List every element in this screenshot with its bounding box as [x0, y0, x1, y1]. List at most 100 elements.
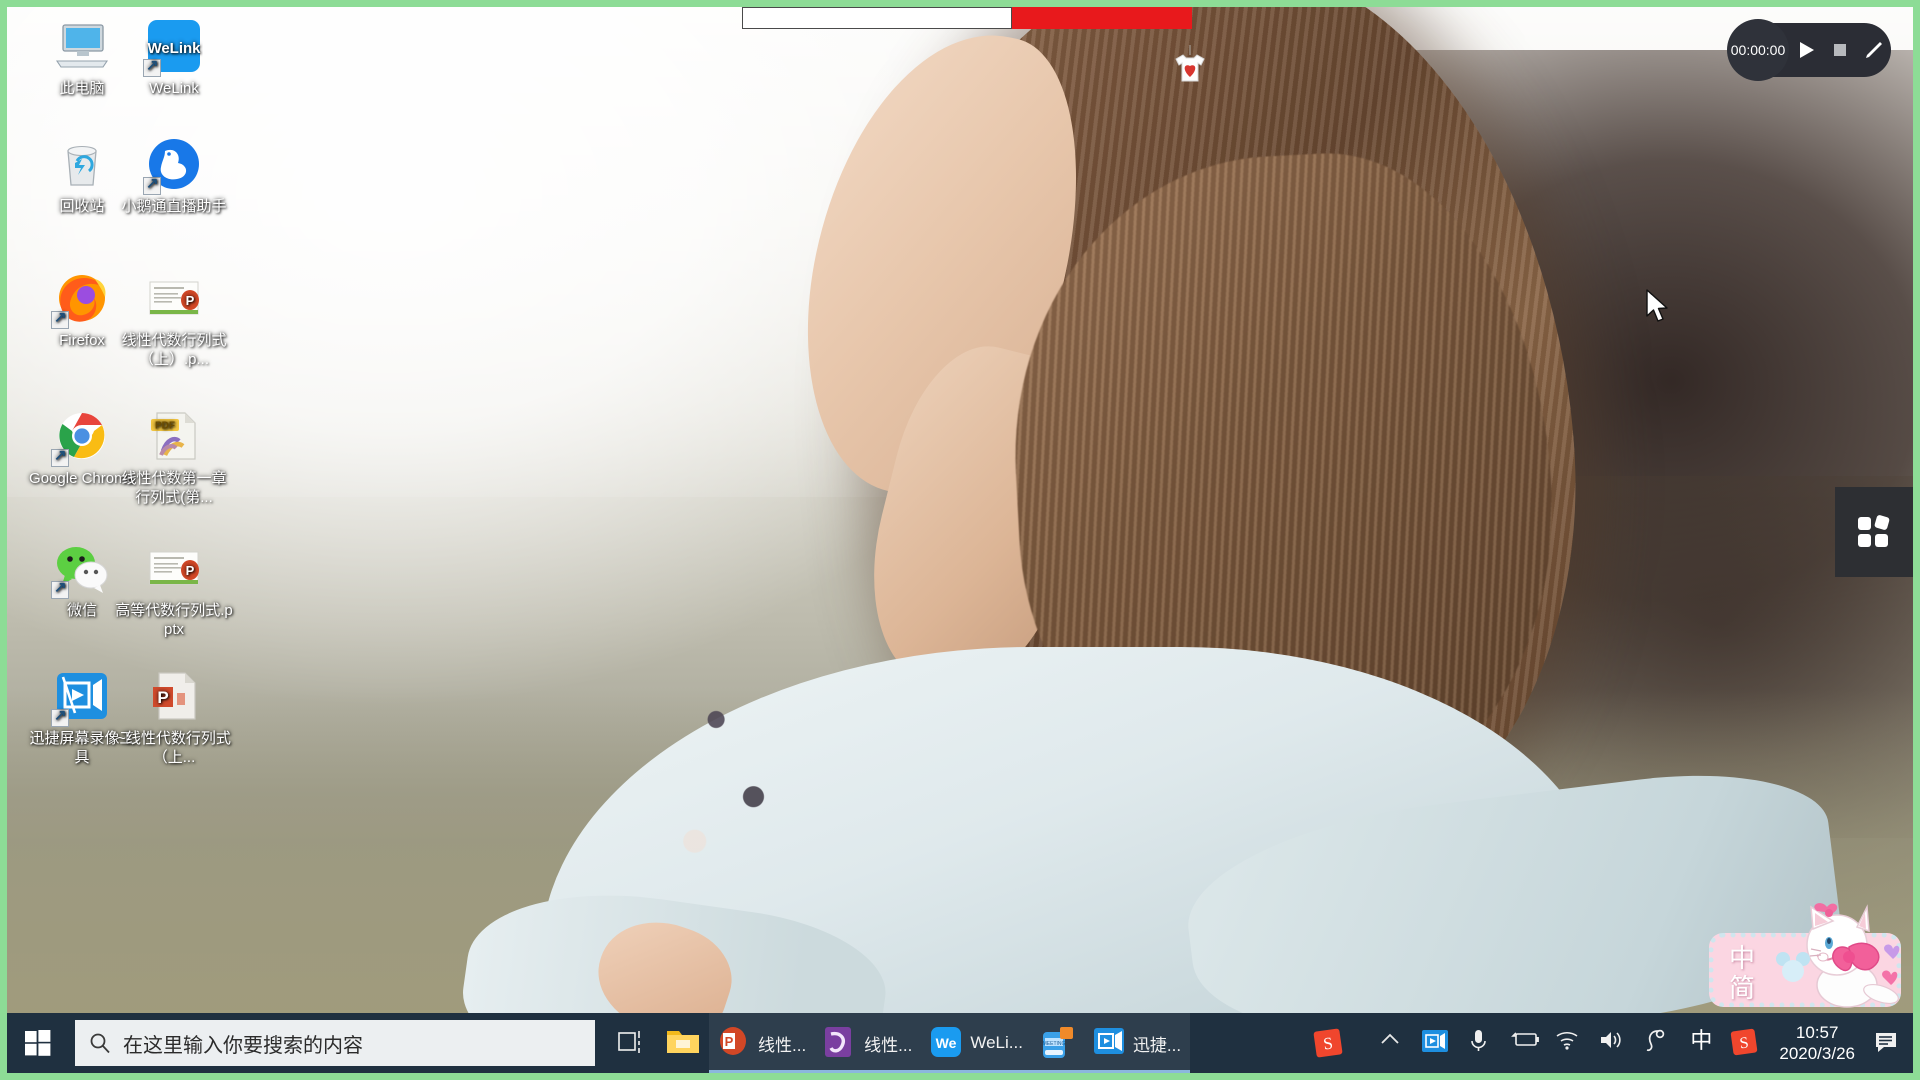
screen-side-panel[interactable]: [1835, 487, 1913, 577]
xunjie-recorder-icon: [1093, 1026, 1127, 1060]
svg-text:We: We: [936, 1035, 957, 1051]
desktop-wallpaper: [7, 7, 1913, 1073]
powerpoint-icon: P: [718, 1026, 752, 1060]
search-icon: [90, 1033, 110, 1054]
welink-icon: We: [930, 1026, 964, 1060]
capture-region-bar: [742, 7, 1192, 29]
firefox-icon: [51, 269, 111, 329]
taskbar-wps[interactable]: 线性...: [815, 1013, 922, 1073]
pencil-icon: [1866, 42, 1882, 58]
recorder-timer: 00:00:00: [1727, 19, 1789, 81]
chrome-icon: [51, 407, 111, 467]
file-explorer-icon: [666, 1026, 700, 1060]
shortcut-arrow-icon: [143, 174, 161, 195]
tray-headset[interactable]: [1642, 1028, 1672, 1058]
tray-battery[interactable]: [1510, 1028, 1540, 1058]
pptx-temp-icon: P: [145, 667, 203, 725]
shortcut-arrow-icon: [51, 308, 69, 329]
desktop-icon-pdf-file[interactable]: PDF 线性代数第一章行列式(第...: [115, 407, 233, 507]
task-view-button[interactable]: [609, 1013, 657, 1073]
desktop-icon-pptx-file[interactable]: P 高等代数行列式.pptx: [115, 539, 233, 639]
tray-microphone[interactable]: [1466, 1028, 1496, 1058]
svg-text:P: P: [725, 1034, 734, 1049]
play-button[interactable]: [1789, 23, 1823, 77]
mouse-cursor: [1645, 289, 1671, 330]
system-tray[interactable]: S 中 S 10:57 2020/3/26: [1306, 1013, 1913, 1073]
mickey-glyph-icon: [1776, 952, 1810, 982]
heart-shirt-icon: [1170, 45, 1210, 89]
tray-sogou-float[interactable]: S: [1313, 1028, 1343, 1058]
taskbar-app-label: 线性...: [864, 1035, 913, 1055]
taskbar[interactable]: 在这里输入你要搜索的内容 P 线性... 线性... We WeLi... MEETING…: [7, 1013, 1913, 1073]
wps-icon: [824, 1026, 858, 1060]
sogou-icon: S: [1731, 1028, 1758, 1056]
desktop-icon-label: 高等代数行列式.pptx: [115, 602, 233, 638]
speaker-icon: [1601, 1032, 1622, 1048]
clock-date: 2020/3/26: [1779, 1044, 1855, 1063]
desktop-icon-label: 线性代数行列式（上）.p...: [121, 332, 227, 368]
tray-volume[interactable]: [1598, 1028, 1628, 1058]
search-placeholder: 在这里输入你要搜索的内容: [123, 1034, 363, 1057]
taskbar-welink[interactable]: We WeLi...: [921, 1013, 1032, 1073]
shortcut-arrow-icon: [51, 706, 69, 727]
ime-mode-chinese[interactable]: 中: [1729, 943, 1755, 973]
sogou-icon: S: [1314, 1028, 1343, 1058]
shortcut-arrow-icon: [51, 578, 69, 599]
action-center-button[interactable]: [1867, 1013, 1907, 1073]
screen-recorder-widget[interactable]: 00:00:00: [1727, 19, 1891, 81]
svg-text:MEETING: MEETING: [1043, 1041, 1066, 1047]
task-view-icon: [618, 1031, 640, 1053]
microphone-icon: [1471, 1030, 1487, 1051]
search-input[interactable]: 在这里输入你要搜索的内容: [75, 1020, 595, 1066]
taskbar-app-label: WeLi...: [970, 1033, 1023, 1052]
desktop-icon-xiaoetong[interactable]: 小鹅通直播助手: [115, 135, 233, 216]
ime-status-bar[interactable]: 中 简: [1703, 899, 1909, 1011]
recorder-icon: [1422, 1030, 1449, 1052]
ime-mode-simplified[interactable]: 简: [1729, 973, 1755, 1003]
taskbar-clock[interactable]: 10:57 2020/3/26: [1767, 1022, 1867, 1064]
tray-xunjie-recorder[interactable]: [1422, 1028, 1452, 1058]
notification-icon: [1876, 1033, 1896, 1052]
desktop-icon-pptx-file[interactable]: P 线性代数行列式（上）.p...: [115, 269, 233, 369]
pptx-file-icon: P: [145, 269, 203, 327]
this-pc-icon: [53, 17, 111, 75]
shortcut-arrow-icon: [143, 56, 161, 77]
welink-icon: WeLink: [143, 17, 203, 77]
xunjie-recorder-icon: [51, 667, 111, 727]
taskbar-xunjie[interactable]: 迅捷...: [1083, 1013, 1191, 1073]
desktop[interactable]: 此电脑 回收站 Firefox: [7, 7, 1913, 1073]
desktop-icon-welink[interactable]: WeLink WeLink: [115, 17, 233, 98]
edit-button[interactable]: [1857, 23, 1891, 77]
taskbar-powerpoint[interactable]: P 线性...: [709, 1013, 816, 1073]
pptx-file-icon: P: [145, 539, 203, 597]
desktop-icon-pptx-temp[interactable]: P ~线性代数行列式（上...: [115, 667, 233, 767]
capture-bar-white: [742, 7, 1012, 29]
tray-sogou[interactable]: S: [1730, 1028, 1760, 1058]
meeting-icon: MEETING: [1041, 1026, 1075, 1060]
ime-mode-labels[interactable]: 中 简: [1729, 943, 1755, 1003]
show-hidden-icons[interactable]: [1378, 1028, 1408, 1058]
taskbar-app-label: 迅捷...: [1132, 1035, 1182, 1055]
battery-icon: [1511, 1032, 1540, 1046]
wifi-icon: [1556, 1032, 1578, 1050]
stop-icon: [1834, 44, 1846, 56]
tray-wifi[interactable]: [1554, 1028, 1584, 1058]
recycle-bin-icon: [53, 135, 111, 193]
shortcut-arrow-icon: [51, 446, 69, 467]
stop-button[interactable]: [1823, 23, 1857, 77]
headset-icon: [1647, 1029, 1665, 1052]
wechat-icon: [51, 539, 111, 599]
svg-text:P: P: [157, 688, 168, 707]
desktop-icon-label: 线性代数第一章行列式(第...: [121, 470, 227, 506]
tray-ime[interactable]: 中: [1686, 1028, 1716, 1058]
desktop-icon-label: ~线性代数行列式（上...: [117, 730, 231, 766]
grid-apps-icon[interactable]: [1854, 512, 1894, 552]
play-icon: [1800, 42, 1814, 58]
start-button[interactable]: [7, 1013, 69, 1073]
svg-text:PDF: PDF: [155, 421, 175, 432]
svg-text:P: P: [186, 563, 195, 578]
taskbar-meeting[interactable]: MEETING: [1031, 1013, 1084, 1073]
pdf-file-icon: PDF: [145, 407, 203, 465]
capture-bar-red: [1012, 7, 1192, 29]
taskbar-file-explorer[interactable]: [657, 1013, 709, 1073]
